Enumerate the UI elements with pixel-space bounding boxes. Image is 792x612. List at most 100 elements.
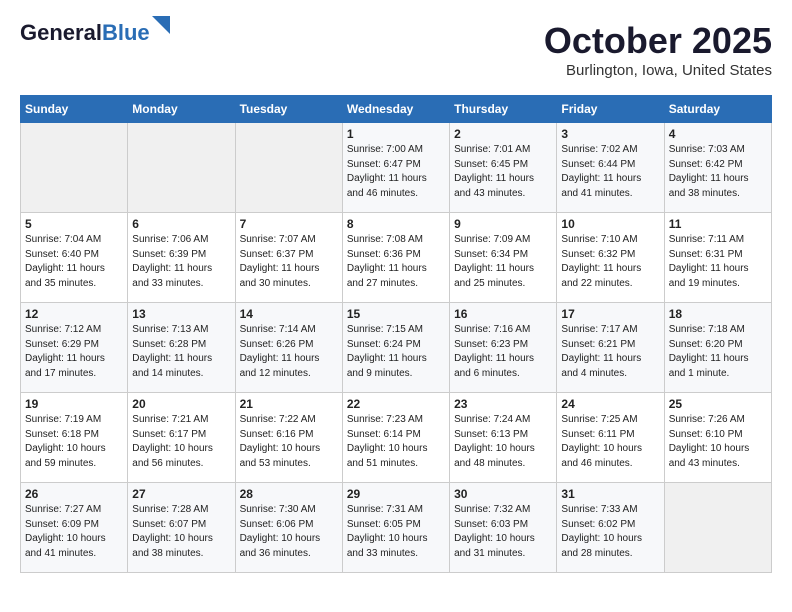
day-number: 30 (454, 487, 552, 501)
calendar-cell: 25 Sunrise: 7:26 AM Sunset: 6:10 PM Dayli… (664, 393, 771, 483)
day-number: 15 (347, 307, 445, 321)
day-number: 8 (347, 217, 445, 231)
day-info: Sunrise: 7:06 AM Sunset: 6:39 PM Dayligh… (132, 233, 230, 291)
day-number: 13 (132, 307, 230, 321)
calendar-cell: 21 Sunrise: 7:22 AM Sunset: 6:16 PM Dayli… (235, 393, 342, 483)
day-number: 10 (561, 217, 659, 231)
day-info: Sunrise: 7:13 AM Sunset: 6:28 PM Dayligh… (132, 323, 230, 381)
calendar-cell: 3 Sunrise: 7:02 AM Sunset: 6:44 PM Daylig… (557, 123, 664, 213)
calendar-cell: 16Sunrise: 7:16 AM Sunset: 6:23 PM Dayli… (450, 303, 557, 393)
day-info: Sunrise: 7:31 AM Sunset: 6:05 PM Dayligh… (347, 503, 445, 561)
day-number: 6 (132, 217, 230, 231)
calendar-cell: 10 Sunrise: 7:10 AM Sunset: 6:32 PM Dayli… (557, 213, 664, 303)
logo-blue: Blue (102, 20, 150, 45)
calendar-cell: 8 Sunrise: 7:08 AM Sunset: 6:36 PM Daylig… (342, 213, 449, 303)
day-info: Sunrise: 7:08 AM Sunset: 6:36 PM Dayligh… (347, 233, 445, 291)
calendar-cell: 24 Sunrise: 7:25 AM Sunset: 6:11 PM Dayli… (557, 393, 664, 483)
calendar-week-2: 5Sunrise: 7:04 AM Sunset: 6:40 PM Daylig… (21, 213, 772, 303)
calendar-cell: 12 Sunrise: 7:12 AM Sunset: 6:29 PM Dayli… (21, 303, 128, 393)
day-info: Sunrise: 7:17 AM Sunset: 6:21 PM Dayligh… (561, 323, 659, 381)
day-number: 27 (132, 487, 230, 501)
day-info: Sunrise: 7:22 AM Sunset: 6:16 PM Dayligh… (240, 413, 338, 471)
calendar-cell: 30 Sunrise: 7:32 AM Sunset: 6:03 PM Dayli… (450, 483, 557, 573)
weekday-header-sunday: Sunday (21, 96, 128, 123)
day-number: 14 (240, 307, 338, 321)
day-number: 12 (25, 307, 123, 321)
calendar-week-4: 19 Sunrise: 7:19 AM Sunset: 6:18 PM Dayli… (21, 393, 772, 483)
day-info: Sunrise: 7:12 AM Sunset: 6:29 PM Dayligh… (25, 323, 123, 381)
calendar-cell: 17 Sunrise: 7:17 AM Sunset: 6:21 PM Dayli… (557, 303, 664, 393)
day-info: Sunrise: 7:30 AM Sunset: 6:06 PM Dayligh… (240, 503, 338, 561)
page-header: GeneralBlue October 2025 Burlington, Iow… (20, 20, 772, 79)
day-info: Sunrise: 7:18 AM Sunset: 6:20 PM Dayligh… (669, 323, 767, 381)
day-info: Sunrise: 7:33 AM Sunset: 6:02 PM Dayligh… (561, 503, 659, 561)
calendar-week-1: 1Sunrise: 7:00 AM Sunset: 6:47 PM Daylig… (21, 123, 772, 213)
weekday-header-saturday: Saturday (664, 96, 771, 123)
weekday-header-monday: Monday (128, 96, 235, 123)
calendar-cell (235, 123, 342, 213)
calendar-cell: 4 Sunrise: 7:03 AM Sunset: 6:42 PM Daylig… (664, 123, 771, 213)
day-number: 29 (347, 487, 445, 501)
day-info: Sunrise: 7:16 AM Sunset: 6:23 PM Dayligh… (454, 323, 552, 381)
day-number: 23 (454, 397, 552, 411)
day-info: Sunrise: 7:25 AM Sunset: 6:11 PM Dayligh… (561, 413, 659, 471)
day-info: Sunrise: 7:07 AM Sunset: 6:37 PM Dayligh… (240, 233, 338, 291)
weekday-header-row: SundayMondayTuesdayWednesdayThursdayFrid… (21, 96, 772, 123)
day-info: Sunrise: 7:19 AM Sunset: 6:18 PM Dayligh… (25, 413, 123, 471)
day-number: 11 (669, 217, 767, 231)
day-number: 24 (561, 397, 659, 411)
day-info: Sunrise: 7:21 AM Sunset: 6:17 PM Dayligh… (132, 413, 230, 471)
calendar-cell: 7 Sunrise: 7:07 AM Sunset: 6:37 PM Daylig… (235, 213, 342, 303)
calendar-cell: 29 Sunrise: 7:31 AM Sunset: 6:05 PM Dayli… (342, 483, 449, 573)
weekday-header-friday: Friday (557, 96, 664, 123)
calendar-cell: 27Sunrise: 7:28 AM Sunset: 6:07 PM Dayli… (128, 483, 235, 573)
day-number: 28 (240, 487, 338, 501)
day-number: 25 (669, 397, 767, 411)
day-info: Sunrise: 7:00 AM Sunset: 6:47 PM Dayligh… (347, 143, 445, 201)
day-info: Sunrise: 7:10 AM Sunset: 6:32 PM Dayligh… (561, 233, 659, 291)
calendar-table: SundayMondayTuesdayWednesdayThursdayFrid… (20, 95, 772, 573)
calendar-cell: 15 Sunrise: 7:15 AM Sunset: 6:24 PM Dayli… (342, 303, 449, 393)
logo: GeneralBlue (20, 20, 150, 46)
day-number: 21 (240, 397, 338, 411)
day-info: Sunrise: 7:26 AM Sunset: 6:10 PM Dayligh… (669, 413, 767, 471)
day-info: Sunrise: 7:02 AM Sunset: 6:44 PM Dayligh… (561, 143, 659, 201)
day-info: Sunrise: 7:01 AM Sunset: 6:45 PM Dayligh… (454, 143, 552, 201)
calendar-week-5: 26 Sunrise: 7:27 AM Sunset: 6:09 PM Dayli… (21, 483, 772, 573)
weekday-header-thursday: Thursday (450, 96, 557, 123)
day-number: 18 (669, 307, 767, 321)
logo-general: General (20, 20, 102, 45)
calendar-cell (664, 483, 771, 573)
calendar-cell (21, 123, 128, 213)
calendar-week-3: 12 Sunrise: 7:12 AM Sunset: 6:29 PM Dayli… (21, 303, 772, 393)
calendar-cell (128, 123, 235, 213)
day-info: Sunrise: 7:03 AM Sunset: 6:42 PM Dayligh… (669, 143, 767, 201)
calendar-cell: 20 Sunrise: 7:21 AM Sunset: 6:17 PM Dayli… (128, 393, 235, 483)
calendar-cell: 28 Sunrise: 7:30 AM Sunset: 6:06 PM Dayli… (235, 483, 342, 573)
day-number: 26 (25, 487, 123, 501)
day-number: 4 (669, 127, 767, 141)
day-info: Sunrise: 7:15 AM Sunset: 6:24 PM Dayligh… (347, 323, 445, 381)
day-info: Sunrise: 7:11 AM Sunset: 6:31 PM Dayligh… (669, 233, 767, 291)
day-info: Sunrise: 7:32 AM Sunset: 6:03 PM Dayligh… (454, 503, 552, 561)
day-number: 7 (240, 217, 338, 231)
day-number: 3 (561, 127, 659, 141)
calendar-cell: 6 Sunrise: 7:06 AM Sunset: 6:39 PM Daylig… (128, 213, 235, 303)
day-number: 17 (561, 307, 659, 321)
calendar-cell: 13 Sunrise: 7:13 AM Sunset: 6:28 PM Dayli… (128, 303, 235, 393)
day-number: 19 (25, 397, 123, 411)
calendar-cell: 19 Sunrise: 7:19 AM Sunset: 6:18 PM Dayli… (21, 393, 128, 483)
day-info: Sunrise: 7:04 AM Sunset: 6:40 PM Dayligh… (25, 233, 123, 291)
calendar-cell: 11 Sunrise: 7:11 AM Sunset: 6:31 PM Dayli… (664, 213, 771, 303)
day-number: 31 (561, 487, 659, 501)
title-block: October 2025 Burlington, Iowa, United St… (544, 20, 772, 79)
weekday-header-tuesday: Tuesday (235, 96, 342, 123)
day-info: Sunrise: 7:27 AM Sunset: 6:09 PM Dayligh… (25, 503, 123, 561)
day-info: Sunrise: 7:23 AM Sunset: 6:14 PM Dayligh… (347, 413, 445, 471)
day-number: 22 (347, 397, 445, 411)
day-info: Sunrise: 7:09 AM Sunset: 6:34 PM Dayligh… (454, 233, 552, 291)
day-info: Sunrise: 7:14 AM Sunset: 6:26 PM Dayligh… (240, 323, 338, 381)
day-number: 9 (454, 217, 552, 231)
day-number: 20 (132, 397, 230, 411)
calendar-cell: 22 Sunrise: 7:23 AM Sunset: 6:14 PM Dayli… (342, 393, 449, 483)
